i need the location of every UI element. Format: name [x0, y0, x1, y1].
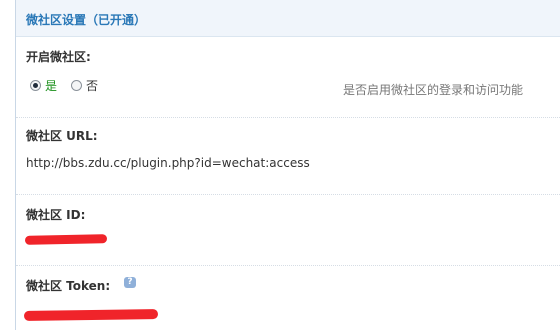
community-url-section: 微社区 URL: http://bbs.zdu.cc/plugin.php?id… [16, 118, 560, 195]
community-token-label: 微社区 Token: [26, 279, 111, 293]
community-token-section: 微社区 Token: ? [16, 266, 560, 330]
settings-title: 微社区设置（已开通） [26, 13, 147, 27]
question-help-icon[interactable]: ? [124, 277, 136, 288]
community-id-label: 微社区 ID: [26, 208, 86, 222]
settings-header: 微社区设置（已开通） [16, 0, 560, 37]
community-url-label: 微社区 URL: [26, 129, 98, 143]
community-id-redaction [24, 234, 108, 245]
radio-yes-label[interactable]: 是 [45, 77, 57, 94]
community-token-redaction [23, 309, 159, 321]
radio-no-label[interactable]: 否 [86, 77, 98, 94]
radio-yes[interactable] [30, 79, 41, 91]
community-url-value: http://bbs.zdu.cc/plugin.php?id=wechat:a… [26, 156, 310, 170]
open-community-description: 是否启用微社区的登录和访问功能 [343, 83, 524, 97]
radio-no[interactable] [71, 79, 83, 91]
community-id-section: 微社区 ID: [16, 195, 560, 266]
open-community-section: 开启微社区: 是 否 是否启用微社区的登录和访问功能 [16, 37, 560, 118]
open-community-label: 开启微社区: [26, 50, 91, 64]
open-community-radio-group: 是 否 [30, 77, 98, 93]
